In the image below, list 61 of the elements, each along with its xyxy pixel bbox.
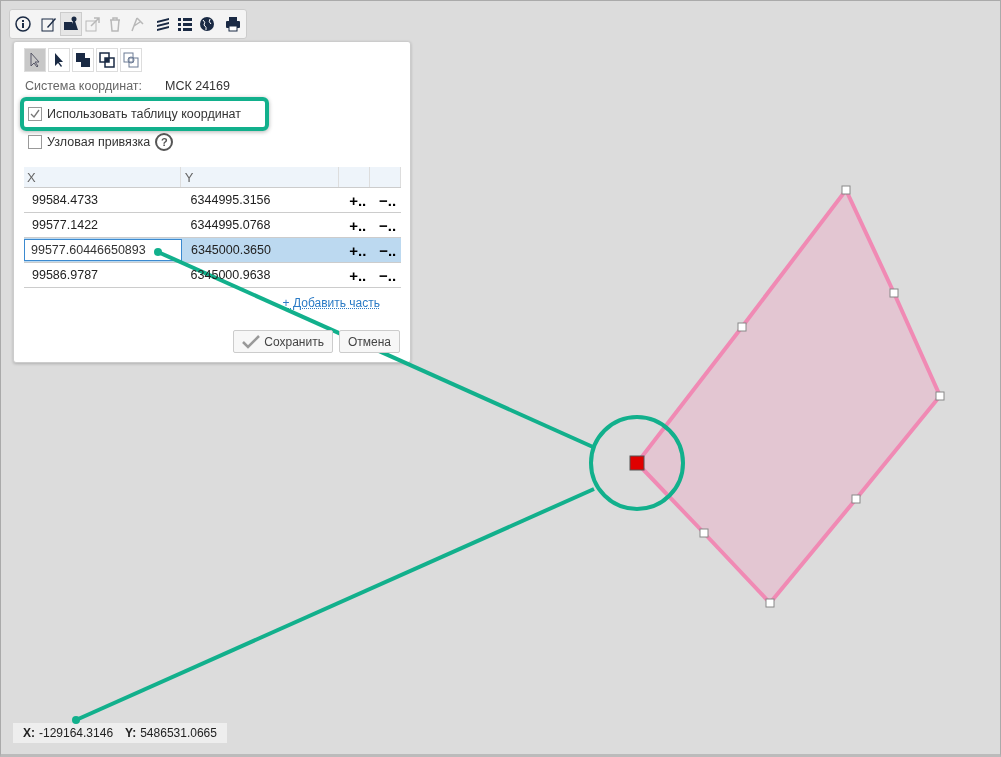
- overlapping-squares-icon: [75, 52, 91, 68]
- input-field[interactable]: 99577.60446650893: [24, 239, 182, 261]
- remove-vertex-button[interactable]: −..: [371, 266, 397, 284]
- pointer-tool-button[interactable]: [48, 48, 70, 72]
- add-vertex-button[interactable]: +..: [341, 191, 367, 209]
- union-tool-button[interactable]: [72, 48, 94, 72]
- info-icon: [15, 16, 31, 32]
- table-row[interactable]: 99577.60446650893 6345000.3650 +.. −..: [24, 238, 401, 263]
- checkbox-label[interactable]: Узловая привязка: [47, 135, 151, 149]
- globe-icon: [199, 16, 215, 32]
- vertex-handle[interactable]: [841, 185, 851, 195]
- x-label: X:: [23, 726, 35, 740]
- compass-icon: [129, 16, 145, 32]
- vertex-handle[interactable]: [737, 322, 747, 332]
- cancel-button[interactable]: Отмена: [338, 330, 400, 353]
- table-cell: 6345000.3650: [191, 243, 271, 257]
- printer-icon: [225, 16, 241, 32]
- vertex-handle[interactable]: [699, 528, 709, 538]
- add-vertex-button[interactable]: +..: [341, 266, 367, 284]
- overlapping-squares-icon: [123, 52, 139, 68]
- checkbox[interactable]: [28, 107, 42, 121]
- crs-label: Система координат:: [25, 79, 144, 93]
- vertex-handle[interactable]: [889, 288, 899, 298]
- list-icon: [177, 16, 193, 32]
- checkbox[interactable]: [28, 135, 42, 149]
- table-cell: 99584.4733: [32, 193, 99, 207]
- cursor-outline-icon: [27, 52, 43, 68]
- intersect-tool-button[interactable]: [96, 48, 118, 72]
- remove-vertex-button[interactable]: −..: [371, 216, 397, 234]
- shapes-tool-button[interactable]: [60, 12, 82, 36]
- arrow-box-icon: [85, 16, 101, 32]
- table-cell: 99586.9787: [32, 268, 99, 282]
- overlapping-squares-icon: [99, 52, 115, 68]
- remove-vertex-button[interactable]: −..: [371, 191, 397, 209]
- save-button[interactable]: Сохранить: [233, 330, 333, 353]
- add-vertex-button[interactable]: +..: [341, 216, 367, 234]
- vertex-handle[interactable]: [935, 391, 945, 401]
- table-cell: 6344995.3156: [190, 193, 271, 207]
- y-value: 5486531.0665: [140, 726, 217, 740]
- checkmark-icon: [242, 334, 261, 349]
- add-part-link[interactable]: + Добавить часть: [282, 296, 380, 310]
- pencil-icon: [41, 16, 57, 32]
- help-icon[interactable]: ?: [155, 133, 174, 151]
- selected-vertex[interactable]: [629, 455, 645, 471]
- remove-vertex-button[interactable]: −..: [371, 241, 397, 259]
- shapes-icon: [63, 16, 79, 32]
- layers-icon: [155, 16, 171, 32]
- table-cell: 6344995.0768: [190, 218, 271, 232]
- table-row[interactable]: 99584.4733 6344995.3156 +.. −..: [24, 188, 401, 213]
- table-cell: 99577.1422: [32, 218, 99, 232]
- y-label: Y:: [125, 726, 137, 740]
- checkbox-label[interactable]: Использовать таблицу координат: [47, 107, 241, 121]
- select-tool-button[interactable]: [24, 48, 46, 72]
- crs-value: МСК 24169: [165, 79, 230, 93]
- trash-icon: [107, 16, 123, 32]
- vertex-handle[interactable]: [765, 598, 775, 608]
- x-value: -129164.3146: [39, 726, 114, 740]
- vertex-handle[interactable]: [851, 494, 861, 504]
- column-header: X: [24, 167, 181, 187]
- add-vertex-button[interactable]: +..: [341, 241, 367, 259]
- column-header: Y: [180, 167, 340, 187]
